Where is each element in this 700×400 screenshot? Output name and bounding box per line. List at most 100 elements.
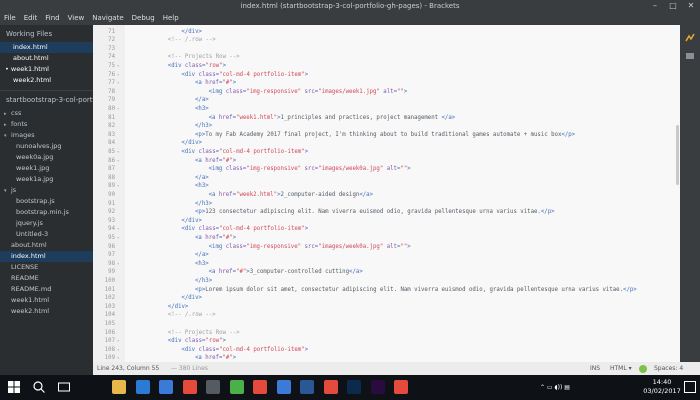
fold-toggle-icon[interactable]: ▾: [117, 337, 119, 346]
project-title[interactable]: startbootstrap-3-col-portfolio-gh-pages: [0, 95, 93, 108]
fold-toggle-icon[interactable]: ▾: [117, 105, 119, 114]
code-token: "img-responsive": [246, 243, 305, 250]
code-content: </div>: [127, 303, 189, 312]
tree-item-label: README: [11, 274, 39, 282]
word-icon[interactable]: [300, 380, 314, 394]
clock[interactable]: 14:40 03/02/2017: [642, 378, 682, 396]
notepad-icon[interactable]: [229, 380, 244, 394]
minimize-icon[interactable]: –: [646, 0, 664, 12]
code-editor[interactable]: 71 </div> 72 <!-- /.row --> 73 74 <!-- Project…: [93, 25, 680, 362]
tree-item-label: week1a.jpg: [16, 175, 54, 183]
tree-file[interactable]: README: [0, 273, 93, 284]
window-title: index.html (startbootstrap-3-col-portfol…: [240, 2, 460, 10]
tree-folder[interactable]: ▾ images: [0, 130, 93, 141]
fold-toggle-icon[interactable]: ▾: [117, 71, 119, 80]
menu-find[interactable]: Find: [45, 12, 59, 25]
tree-file[interactable]: week1.html: [0, 295, 93, 306]
menu-file[interactable]: File: [4, 12, 16, 25]
store-icon[interactable]: [159, 380, 173, 394]
fold-toggle-icon[interactable]: ▾: [117, 182, 119, 191]
code-token: class: [198, 71, 216, 78]
code-token: "col-md-4 portfolio-item": [219, 148, 305, 155]
premiere-icon[interactable]: [370, 380, 385, 394]
fold-toggle-icon[interactable]: ▾: [117, 346, 119, 355]
start-icon[interactable]: [7, 380, 21, 394]
chrome-icon-2[interactable]: [253, 380, 267, 394]
search-icon[interactable]: [32, 380, 46, 394]
tree-file[interactable]: LICENSE: [0, 262, 93, 273]
extension-manager-icon[interactable]: [685, 51, 695, 61]
maximize-icon[interactable]: □: [664, 0, 682, 12]
tree-folder[interactable]: ▾ js: [0, 185, 93, 196]
tree-folder[interactable]: ▸ css: [0, 108, 93, 119]
tree-file[interactable]: week0a.jpg: [0, 152, 93, 163]
task-view-icon[interactable]: [57, 380, 71, 394]
indent-setting[interactable]: Spaces: 4: [654, 362, 683, 375]
working-file-item[interactable]: index.html: [0, 42, 93, 53]
code-token: "images/week1.jpg": [318, 88, 384, 95]
tree-file[interactable]: index.html: [0, 251, 93, 262]
tree-file[interactable]: week1.jpg: [0, 163, 93, 174]
working-file-item[interactable]: • week1.html: [0, 64, 93, 75]
tree-file[interactable]: README.md: [0, 284, 93, 295]
menu-help[interactable]: Help: [163, 12, 179, 25]
brackets-icon[interactable]: [276, 380, 291, 394]
tree-file[interactable]: bootstrap.min.js: [0, 207, 93, 218]
code-token: <div: [181, 71, 199, 78]
menu-edit[interactable]: Edit: [24, 12, 38, 25]
vertical-scrollbar[interactable]: [676, 125, 679, 185]
code-token: "row": [205, 62, 223, 69]
fold-toggle-icon[interactable]: ▾: [117, 62, 119, 71]
tree-folder[interactable]: ▸ fonts: [0, 119, 93, 130]
fold-toggle-icon[interactable]: ▾: [117, 157, 119, 166]
photoshop-icon[interactable]: [347, 380, 361, 394]
code-token: src: [304, 166, 315, 173]
code-line: 85 ▾ <div class="col-md-4 portfolio-item">: [93, 148, 680, 157]
fold-toggle-icon[interactable]: ▾: [117, 354, 119, 362]
chrome-icon-3[interactable]: [323, 380, 338, 394]
tree-file[interactable]: nunoalves.jpg: [0, 141, 93, 152]
live-preview-icon[interactable]: [685, 33, 695, 43]
line-number: 74: [108, 54, 115, 61]
linter-status-icon[interactable]: [639, 364, 647, 373]
line-count: — 380 Lines: [171, 365, 208, 372]
fold-toggle-icon[interactable]: ▾: [117, 260, 119, 269]
notifications-icon[interactable]: [684, 381, 696, 393]
code-content: <!-- /.row -->: [127, 36, 216, 45]
chrome-icon-4[interactable]: [394, 380, 408, 394]
code-line: 92 <p>123 consectetur adipiscing elit. Na…: [93, 208, 680, 217]
code-token: >: [304, 346, 309, 353]
line-number: 109: [104, 355, 115, 362]
code-token: >: [304, 226, 309, 233]
fold-toggle-icon[interactable]: ▾: [117, 234, 119, 243]
code-token: href: [205, 157, 219, 164]
tree-file[interactable]: week2.html: [0, 306, 93, 317]
insert-mode[interactable]: INS: [590, 362, 600, 375]
line-number: 72: [108, 37, 115, 44]
language-select[interactable]: HTML ▾: [610, 362, 632, 375]
tree-file[interactable]: jquery.js: [0, 218, 93, 229]
menu-navigate[interactable]: Navigate: [92, 12, 123, 25]
working-file-item[interactable]: about.html: [0, 53, 93, 64]
close-icon[interactable]: ✕: [682, 0, 700, 12]
code-token: </p>: [540, 209, 555, 216]
tray-icons[interactable]: ⌃ ▭ ◖)) ▤: [540, 384, 570, 391]
menu-debug[interactable]: Debug: [132, 12, 155, 25]
tree-file[interactable]: week1a.jpg: [0, 174, 93, 185]
fold-toggle-icon[interactable]: ▾: [117, 148, 119, 157]
file-explorer-icon[interactable]: [112, 380, 126, 394]
fold-toggle-icon[interactable]: ▾: [117, 79, 119, 88]
edge-browser-icon[interactable]: [135, 380, 150, 394]
code-token: <img: [208, 243, 226, 250]
working-file-item[interactable]: week2.html: [0, 75, 93, 86]
code-line: 99 <a href="#">3_computer-controlled cutt…: [93, 268, 680, 277]
cursor-position[interactable]: Line 243, Column 55: [97, 362, 159, 375]
fold-toggle-icon[interactable]: ▾: [117, 225, 119, 234]
calculator-icon[interactable]: [206, 380, 220, 394]
code-line: 108 ▾ <div class="col-md-4 portfolio-item"…: [93, 346, 680, 355]
tree-file[interactable]: Untitled-3: [0, 229, 93, 240]
tree-file[interactable]: bootstrap.js: [0, 196, 93, 207]
tree-file[interactable]: about.html: [0, 240, 93, 251]
menu-view[interactable]: View: [68, 12, 85, 25]
chrome-icon[interactable]: [182, 380, 197, 394]
